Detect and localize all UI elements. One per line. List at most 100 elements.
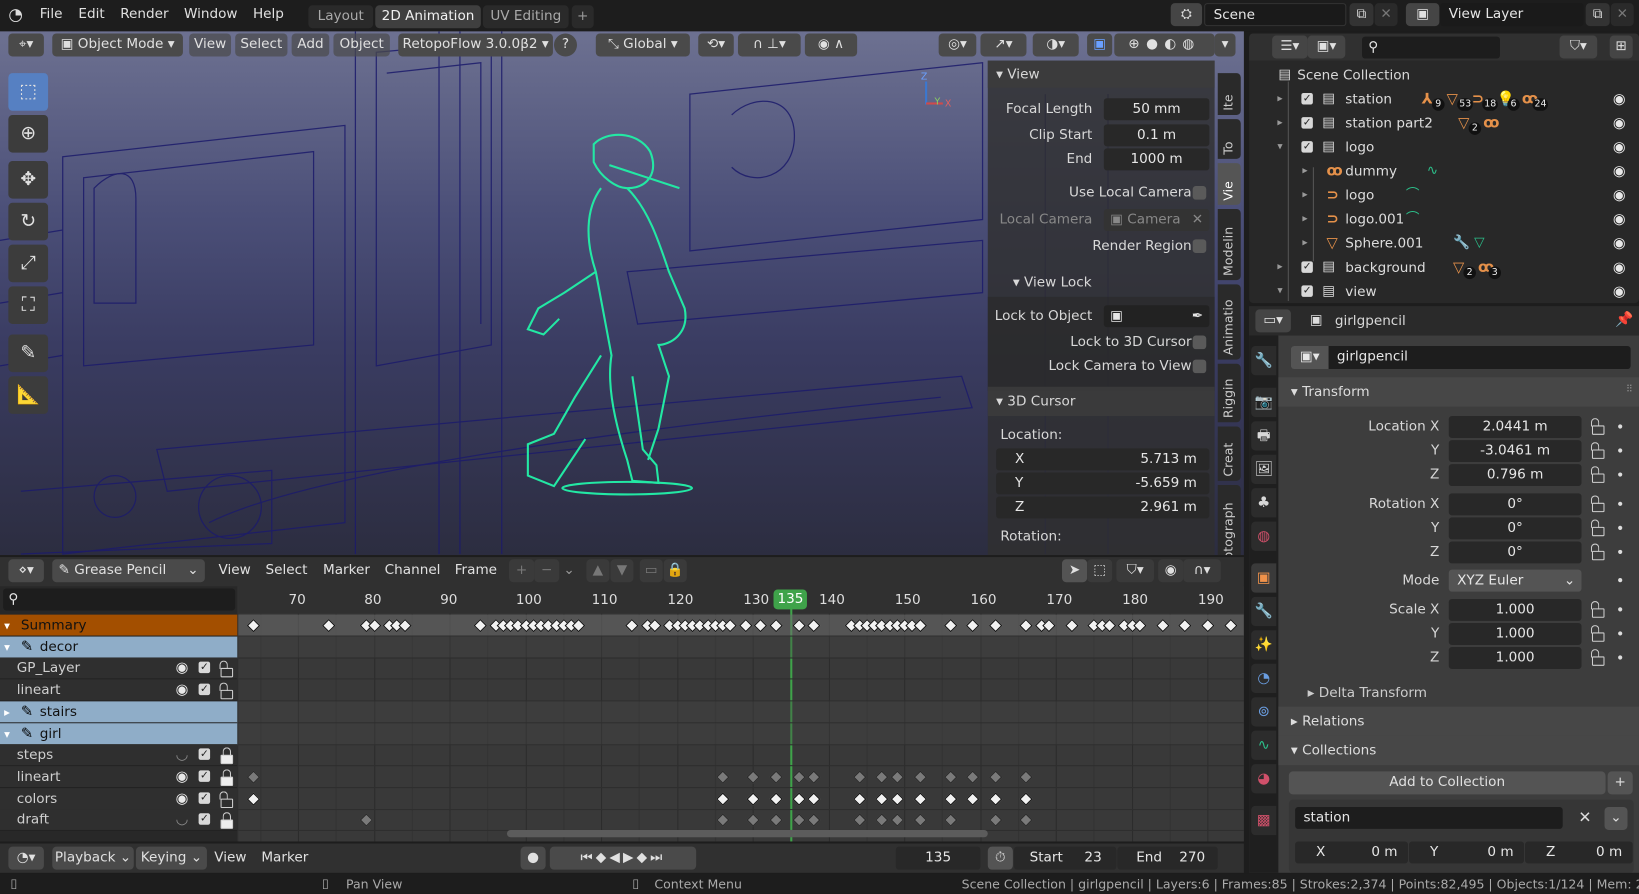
location-z-field[interactable]: 0.796 m <box>1448 464 1582 487</box>
view-layer-tab[interactable]: 🖼 <box>1251 454 1277 484</box>
sidebar-tab-animation[interactable]: Animatio <box>1217 284 1241 360</box>
outliner-row[interactable]: ▸ ꝏ dummy ∿ ◉ <box>1249 161 1639 182</box>
viewport-menu-view[interactable]: View <box>189 33 232 57</box>
dopesheet-menu-channel[interactable]: Channel <box>385 559 441 582</box>
view-panel-header[interactable]: ▾ View <box>987 60 1215 88</box>
render-tab[interactable]: 📷 <box>1251 387 1277 418</box>
scale-tool[interactable]: ⤢ <box>8 244 49 283</box>
keyframe-dot-icon[interactable] <box>1618 607 1623 612</box>
jump-end-button[interactable]: ⏭ <box>650 850 665 866</box>
outliner-search-input[interactable]: ⚲ <box>1361 36 1500 59</box>
location-x-field[interactable]: 2.0441 m <box>1448 416 1582 438</box>
lock-icon[interactable] <box>1590 649 1605 666</box>
eye-icon[interactable]: ◉ <box>1613 116 1626 131</box>
proportional-edit-button[interactable]: ◉ ∧ <box>804 33 858 57</box>
collection-offset-z-field[interactable]: Z0 m <box>1525 841 1633 864</box>
keyframe-dot-icon[interactable] <box>1618 525 1623 530</box>
channel-search-input[interactable]: ⚲ <box>3 588 236 611</box>
rotate-tool[interactable]: ↻ <box>8 202 49 241</box>
retopoflow-help-button[interactable]: ? <box>553 33 577 57</box>
outliner-row[interactable]: ▸ ✓ ▤ station ⅄ 9 ▽ 53 ⊃ 18 💡 6 ꝏ 24 ◉ <box>1249 89 1639 111</box>
new-collection-plus-button[interactable]: + <box>1607 771 1633 795</box>
view-lock-header[interactable]: ▾ View Lock <box>1013 276 1092 290</box>
timeline-menu-marker[interactable]: Marker <box>261 847 308 870</box>
cursor-tool[interactable]: ⊕ <box>8 114 49 153</box>
show-errors-button[interactable]: ⬚ <box>1087 559 1113 583</box>
playback-dropdown[interactable]: Playback ⌄ <box>52 846 134 870</box>
rotation-z-field[interactable]: 0° <box>1448 541 1582 564</box>
expand-arrow-icon[interactable]: ▾ <box>1277 286 1282 296</box>
lock-icon[interactable] <box>219 661 234 678</box>
onion-skin-checkbox[interactable]: ✓ <box>198 770 211 782</box>
menu-file[interactable]: File <box>40 3 63 26</box>
clip-end-field[interactable]: 1000 m <box>1103 148 1210 171</box>
start-frame-field[interactable]: Start 23 <box>1013 846 1117 870</box>
layer-lock-button[interactable]: 🔒 <box>663 559 687 583</box>
lock-icon[interactable] <box>219 682 234 700</box>
channel-layer[interactable]: draft ◡ ✓ <box>0 809 238 832</box>
new-collection-button[interactable]: ⊞ <box>1609 35 1633 59</box>
lock-icon[interactable] <box>1590 418 1605 435</box>
channel-layer[interactable]: steps ◡ ✓ <box>0 744 238 767</box>
visibility-checkbox[interactable]: ✓ <box>1301 261 1313 273</box>
measure-tool[interactable]: 📐 <box>8 376 49 414</box>
delete-scene-icon[interactable]: ✕ <box>1374 3 1398 27</box>
move-layer-up-button[interactable]: ▲ <box>586 559 610 583</box>
rotation-mode-dropdown[interactable]: XYZ Euler ⌄ <box>1448 569 1582 592</box>
scale-z-field[interactable]: 1.000 <box>1448 647 1582 669</box>
keyframe-dot-icon[interactable] <box>1618 578 1623 583</box>
current-frame-indicator[interactable]: 135 <box>773 589 808 610</box>
lock-camera-checkbox[interactable] <box>1192 359 1207 374</box>
lock-icon[interactable] <box>1590 543 1605 561</box>
dopesheet-menu-select[interactable]: Select <box>266 559 308 582</box>
local-camera-field[interactable]: ▣ Camera ✕ <box>1103 209 1210 232</box>
retopoflow-dropdown[interactable]: RetopoFlow 3.0.0β2 ▾ <box>398 33 553 57</box>
transform-panel-header[interactable]: ▾ Transform ⠿ <box>1278 377 1639 407</box>
keyframe-region[interactable]: 70 80 90 100 110 120 130 140 150 160 170 180 190 135 <box>238 586 1244 842</box>
onion-skin-checkbox[interactable]: ✓ <box>198 813 211 826</box>
eye-icon[interactable]: ◉ <box>176 661 189 676</box>
new-scene-icon[interactable]: ⧉ <box>1349 3 1374 27</box>
only-selected-button[interactable]: ➤ <box>1062 559 1088 583</box>
menu-edit[interactable]: Edit <box>78 3 104 26</box>
scale-x-field[interactable]: 1.000 <box>1448 598 1582 621</box>
collection-offset-x-field[interactable]: X0 m <box>1295 841 1408 864</box>
outliner-row-scene-collection[interactable]: ▤ Scene Collection <box>1249 65 1639 86</box>
onion-skin-checkbox[interactable]: ✓ <box>198 791 211 804</box>
scene-selector-button[interactable]: ⛭ <box>1170 3 1203 27</box>
relations-panel-header[interactable]: ▸ Relations <box>1278 706 1639 736</box>
eye-icon[interactable]: ◉ <box>176 683 189 698</box>
falloff-dropdown[interactable]: ∩▾ <box>1183 559 1221 583</box>
lock-icon[interactable] <box>1590 442 1605 459</box>
proportional-edit-toggle[interactable]: ◉ <box>1158 559 1184 583</box>
viewport-menu-select[interactable]: Select <box>235 33 288 57</box>
expand-arrow-icon[interactable]: ▾ <box>4 620 10 631</box>
outliner-row[interactable]: ▾ ✓ ▤ logo ◉ <box>1249 137 1639 158</box>
properties-editor-type-button[interactable]: ▭▾ <box>1255 309 1291 333</box>
sidebar-tab-photographer[interactable]: Photograph <box>1217 485 1241 556</box>
layer-specials-dropdown[interactable]: ⌄ <box>563 559 574 582</box>
eye-icon[interactable]: ◉ <box>176 791 189 806</box>
sidebar-tab-modeling[interactable]: Modelin <box>1217 209 1241 281</box>
shading-mode-buttons[interactable]: ⊕●◐◍ <box>1114 33 1215 57</box>
cursor-panel-header[interactable]: ▾ 3D Cursor <box>987 386 1215 417</box>
render-region-checkbox[interactable] <box>1192 239 1207 253</box>
eye-icon[interactable]: ◉ <box>1613 164 1626 179</box>
outliner-row[interactable]: ▸ ✓ ▤ station part2 ▽ 2 ꝏ ◉ <box>1249 113 1639 135</box>
lock-icon[interactable] <box>1590 495 1605 513</box>
dopesheet-menu-frame[interactable]: Frame <box>455 559 497 582</box>
collection-menu-button[interactable]: ⌄ <box>1604 806 1628 830</box>
visibility-checkbox[interactable]: ✓ <box>1301 141 1313 153</box>
add-to-collection-button[interactable]: Add to Collection <box>1288 771 1606 795</box>
outliner-row[interactable]: ▸ ⊃ logo ⌒ ◉ <box>1249 185 1639 206</box>
tool-tab[interactable]: 🔧 <box>1251 345 1277 376</box>
data-tab[interactable]: ∿ <box>1251 730 1277 760</box>
pivot-point-button[interactable]: ⟲▾ <box>698 33 734 57</box>
horizontal-scrollbar[interactable] <box>506 829 988 838</box>
drag-handle-icon[interactable]: ⠿ <box>1626 385 1633 395</box>
expand-arrow-icon[interactable]: ▸ <box>1302 190 1307 200</box>
preview-range-toggle[interactable]: ⏱ <box>987 846 1013 870</box>
shading-options-button[interactable]: ▾ <box>1214 33 1236 57</box>
collection-name-field[interactable]: station <box>1295 806 1563 829</box>
timeline-editor-type-button[interactable]: ◔▾ <box>8 846 44 870</box>
